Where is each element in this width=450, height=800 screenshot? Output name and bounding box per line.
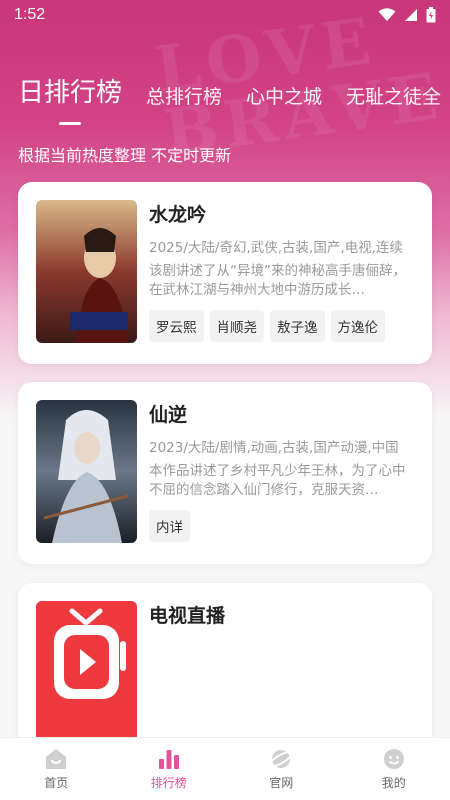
ranking-tabs: 日排行榜 总排行榜 心中之城 无耻之徒全 (18, 72, 441, 109)
wifi-icon (378, 8, 396, 21)
nav-official-site-label: 官网 (269, 776, 294, 790)
bottom-navigation: 首页 排行榜 官网 我的 (0, 737, 450, 800)
cast-tag[interactable]: 内详 (149, 510, 190, 542)
ranking-subtitle: 根据当前热度整理 不定时更新 (18, 146, 232, 165)
planet-icon (269, 750, 293, 768)
item-title[interactable]: 电视直播 (149, 601, 416, 631)
ranking-icon (158, 750, 179, 769)
poster-image[interactable] (36, 200, 137, 343)
item-description: 本作品讲述了乡村平凡少年王林，为了心中不屈的信念踏入仙门修行，克服天资… (149, 463, 406, 498)
cast-tags: 罗云熙 肖顺尧 敖子逸 方逸伦 (149, 310, 416, 342)
ranking-card[interactable]: 仙逆 2023/大陆/剧情,动画,古装,国产动漫,中国 本作品讲述了乡村平凡少年… (18, 382, 432, 564)
status-bar: 1:52 (0, 0, 450, 30)
item-title[interactable]: 仙逆 (149, 400, 416, 430)
ranking-card[interactable]: 水龙吟 2025/大陆/奇幻,武侠,古装,国产,电视,连续 该剧讲述了从“异境”… (18, 182, 432, 364)
cast-tag[interactable]: 方逸伦 (330, 310, 385, 342)
cast-tag[interactable]: 罗云熙 (149, 310, 204, 342)
tab-shameless[interactable]: 无耻之徒全 (346, 82, 441, 109)
nav-profile[interactable]: 我的 (338, 738, 450, 800)
nav-ranking[interactable]: 排行榜 (113, 738, 226, 800)
item-title[interactable]: 水龙吟 (149, 200, 416, 230)
cast-tag[interactable]: 敖子逸 (270, 310, 325, 342)
item-meta: 2025/大陆/奇幻,武侠,古装,国产,电视,连续 (149, 240, 403, 256)
nav-ranking-label: 排行榜 (150, 776, 187, 790)
signal-icon (405, 9, 417, 21)
nav-home[interactable]: 首页 (0, 738, 113, 800)
battery-icon (426, 7, 436, 23)
nav-home-label: 首页 (44, 776, 69, 790)
tab-city-in-heart[interactable]: 心中之城 (246, 82, 322, 109)
home-icon (46, 749, 67, 769)
poster-image[interactable] (36, 601, 137, 744)
poster-image[interactable] (36, 400, 137, 543)
nav-official-site[interactable]: 官网 (225, 738, 338, 800)
tab-total-ranking[interactable]: 总排行榜 (146, 82, 222, 109)
item-description: 该剧讲述了从“异境”来的神秘高手唐俪辞，在武林江湖与神州大地中游历成长… (149, 263, 406, 298)
item-meta: 2023/大陆/剧情,动画,古装,国产动漫,中国 (149, 440, 399, 456)
tab-daily-ranking[interactable]: 日排行榜 (18, 72, 122, 109)
cast-tags: 内详 (149, 510, 416, 542)
status-time: 1:52 (14, 6, 46, 23)
profile-icon (383, 749, 404, 769)
cast-tag[interactable]: 肖顺尧 (209, 310, 264, 342)
nav-profile-label: 我的 (381, 776, 406, 790)
